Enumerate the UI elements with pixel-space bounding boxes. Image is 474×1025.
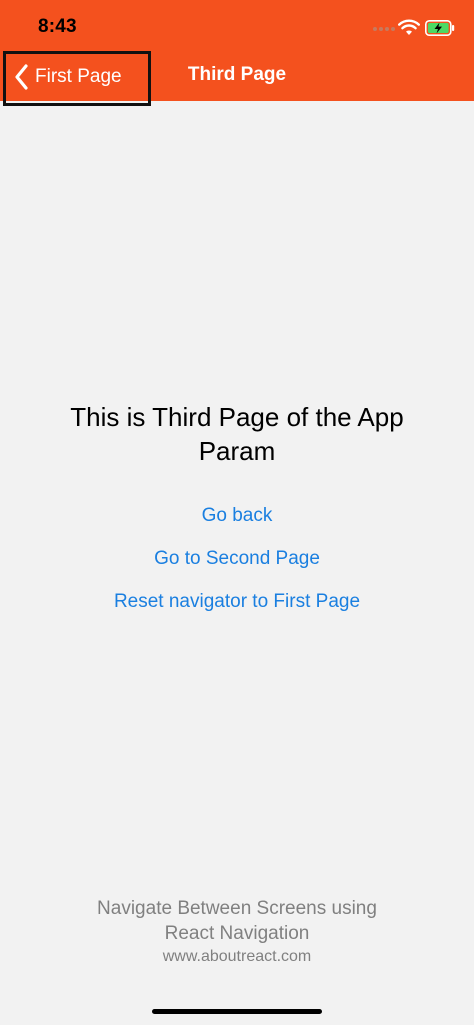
main-content: This is Third Page of the App Param <box>0 400 474 468</box>
wifi-icon <box>398 19 420 35</box>
footer: Navigate Between Screens using React Nav… <box>0 896 474 968</box>
footer-text-line2: React Navigation <box>164 923 310 944</box>
battery-charging-icon <box>425 20 455 36</box>
status-bar-time: 8:43 <box>38 16 77 37</box>
home-indicator[interactable] <box>152 1009 322 1014</box>
cellular-signal-icon <box>373 27 395 31</box>
param-text: Param <box>198 436 276 466</box>
reset-navigator-button[interactable]: Reset navigator to First Page <box>0 580 474 623</box>
page-title: Third Page <box>187 64 287 85</box>
navigation-links: Go back Go to Second Page Reset navigato… <box>0 494 474 623</box>
go-to-second-page-button[interactable]: Go to Second Page <box>0 537 474 580</box>
footer-text-line1: Navigate Between Screens using <box>97 898 377 919</box>
go-back-button[interactable]: Go back <box>0 494 474 537</box>
navigation-header: 8:43 First Page Third Page <box>0 0 474 106</box>
footer-url: www.aboutreact.com <box>162 948 312 965</box>
main-text: This is Third Page of the App <box>70 402 404 432</box>
